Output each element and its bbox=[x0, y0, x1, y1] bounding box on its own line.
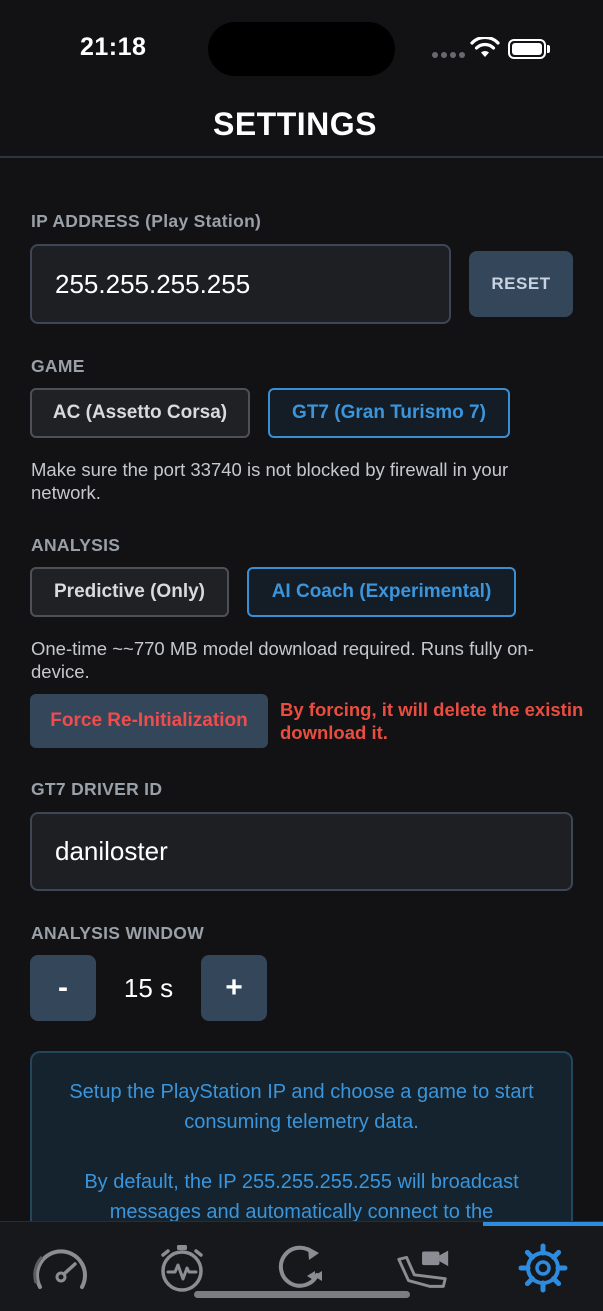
game-option-gt7[interactable]: GT7 (Gran Turismo 7) bbox=[268, 388, 510, 438]
tab-settings[interactable] bbox=[513, 1242, 573, 1294]
force-warning-line2: download it. bbox=[280, 722, 388, 743]
driver-id-label: GT7 DRIVER ID bbox=[31, 779, 163, 799]
analysis-option-ai-coach[interactable]: AI Coach (Experimental) bbox=[247, 567, 516, 617]
tab-dashboard[interactable] bbox=[31, 1242, 91, 1294]
window-decrease-button[interactable]: - bbox=[30, 955, 96, 1021]
seat-camera-icon bbox=[397, 1250, 449, 1288]
tab-lap-timer[interactable] bbox=[152, 1242, 212, 1294]
force-reinitialization-button[interactable]: Force Re-Initialization bbox=[30, 694, 268, 748]
info-paragraph-broadcast: By default, the IP 255.255.255.255 will … bbox=[84, 1171, 519, 1223]
info-paragraph-setup: Setup the PlayStation IP and choose a ga… bbox=[69, 1081, 534, 1133]
page-title: SETTINGS bbox=[212, 106, 377, 142]
status-time: 21:18 bbox=[80, 33, 147, 61]
analysis-window-label: ANALYSIS WINDOW bbox=[31, 923, 205, 943]
model-download-note: One-time ~~770 MB model download require… bbox=[31, 638, 534, 682]
force-warning-line1: By forcing, it will delete the existin bbox=[280, 699, 584, 720]
analysis-window-value: 15 s bbox=[123, 973, 174, 1003]
status-bar: 21:18 bbox=[0, 0, 603, 100]
home-indicator bbox=[194, 1291, 410, 1298]
ip-address-label: IP ADDRESS (Play Station) bbox=[31, 211, 262, 231]
tab-seat-camera[interactable] bbox=[393, 1242, 453, 1294]
analysis-option-predictive[interactable]: Predictive (Only) bbox=[30, 567, 229, 617]
battery-icon bbox=[508, 39, 546, 59]
ip-address-input[interactable]: 255.255.255.255 bbox=[30, 244, 451, 324]
firewall-note: Make sure the port 33740 is not blocked … bbox=[31, 459, 509, 503]
cellular-signal-icon bbox=[432, 52, 465, 58]
driver-id-input[interactable]: daniloster bbox=[30, 812, 573, 891]
force-warning-text: By forcing, it will delete the existin d… bbox=[280, 698, 603, 744]
analysis-label: ANALYSIS bbox=[31, 535, 121, 555]
title-divider bbox=[0, 156, 603, 158]
wifi-icon bbox=[470, 37, 500, 57]
replay-icon bbox=[278, 1245, 322, 1288]
stopwatch-pulse-icon bbox=[161, 1245, 203, 1292]
tab-replay[interactable] bbox=[271, 1242, 331, 1294]
dynamic-island bbox=[208, 22, 395, 76]
gear-icon bbox=[518, 1243, 568, 1293]
window-increase-button[interactable]: + bbox=[201, 955, 267, 1021]
speedometer-icon bbox=[33, 1249, 87, 1289]
game-option-ac[interactable]: AC (Assetto Corsa) bbox=[30, 388, 250, 438]
tab-active-indicator bbox=[483, 1222, 603, 1226]
reset-button[interactable]: RESET bbox=[469, 251, 573, 317]
game-label: GAME bbox=[31, 356, 85, 376]
